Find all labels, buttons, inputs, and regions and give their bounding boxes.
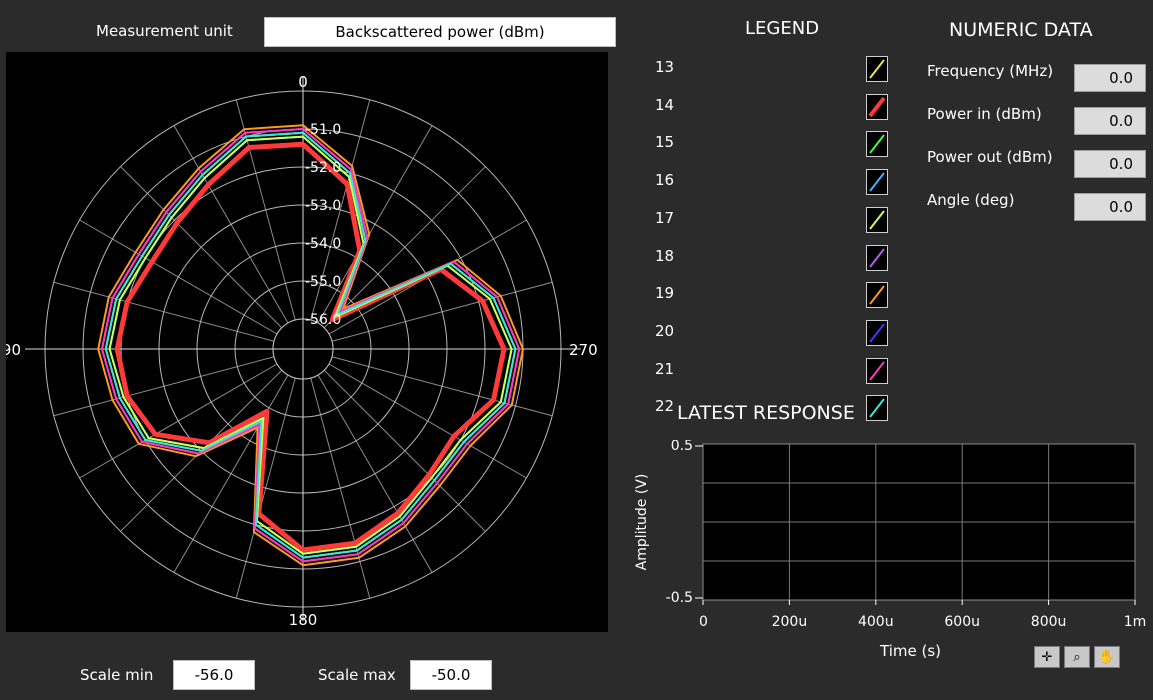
numeric-field-label: Angle (deg) [927,191,1015,209]
legend-item: 18 [655,244,895,275]
legend-item: 13 [655,56,895,86]
response-ylabel: Amplitude (V) [634,474,650,571]
legend-item-label: 14 [655,95,675,114]
legend-swatch[interactable] [866,282,888,309]
scale-max-input[interactable]: -50.0 [410,660,492,690]
polar-ring-label: -53.0 [305,198,341,214]
numeric-field-label: Power in (dBm) [927,105,1042,123]
response-xtick: 0 [699,614,708,630]
polar-angle-label: 270 [569,341,598,359]
polar-angle-label: 180 [289,611,318,629]
legend-swatch[interactable] [866,169,888,196]
numeric-field-value: 0.0 [1074,193,1146,221]
polar-ring-label: -52.0 [305,160,341,176]
scale-min-label: Scale min [80,666,154,684]
legend-swatch[interactable] [866,56,888,82]
polar-series-13 [104,131,517,559]
measurement-unit-select[interactable]: Backscattered power (dBm) [264,17,616,47]
response-xtick: 600u [944,614,980,630]
numeric-field-value: 0.0 [1074,107,1146,135]
response-xlabel: Time (s) [880,642,941,660]
legend-item: 15 [655,131,895,161]
legend-swatch[interactable] [866,206,888,233]
legend-item-label: 16 [655,171,675,190]
legend-item-label: 22 [655,397,675,416]
polar-series-18 [101,128,521,563]
polar-series-22 [104,131,517,559]
response-xtick: 400u [858,614,894,630]
response-xtick: 200u [772,614,808,630]
polar-plot: 0 90 180 270 -51.0 -52.0 -53.0 -54.0 -55.0 -56.0 [2,52,608,632]
latest-response-title: LATEST RESPONSE [677,402,855,424]
response-graph: 0.5 -0.5 0 200u 400u 600u 800u 1m Amplitude (V) [620,438,1150,660]
legend-item: 14 [655,93,895,124]
legend-swatch[interactable] [866,319,888,346]
legend-swatch[interactable] [866,357,888,384]
legend-swatch[interactable] [866,93,888,120]
legend-swatch[interactable] [866,131,888,158]
legend-item: 19 [655,282,895,312]
measurement-unit-label: Measurement unit [96,22,233,40]
numeric-field-label: Power out (dBm) [927,148,1053,166]
polar-series-20 [101,128,521,563]
zoom-tool-icon[interactable]: ⌕ [1064,646,1090,668]
polar-angle-label: 90 [6,341,21,359]
response-xtick: 1m [1124,614,1147,630]
polar-ring-label: -55.0 [305,274,341,290]
polar-series-19 [97,124,524,567]
polar-series-21 [101,128,521,563]
numeric-data-title: NUMERIC DATA [949,19,1093,41]
scale-max-label: Scale max [318,666,396,684]
legend-swatch[interactable] [866,244,888,271]
response-ytick: 0.5 [671,440,693,454]
legend-item: 16 [655,169,895,199]
legend-item-label: 18 [655,246,675,265]
crosshair-tool-icon[interactable]: ✛ [1034,646,1060,668]
legend-item: 20 [655,319,895,350]
legend-swatch[interactable] [866,395,888,422]
polar-series-16 [104,131,517,559]
response-ytick: -0.5 [666,590,693,606]
legend-item-label: 21 [655,359,675,378]
polar-ring-label: -51.0 [305,122,341,138]
legend-title: LEGEND [745,18,820,39]
legend-item-label: 13 [655,58,675,76]
scale-min-input[interactable]: -56.0 [173,660,255,690]
numeric-field-label: Frequency (MHz) [927,62,1054,80]
legend-item-label: 19 [655,284,675,303]
numeric-field-value: 0.0 [1074,150,1146,178]
numeric-field-value: 0.0 [1074,64,1146,92]
legend-item-label: 15 [655,133,675,152]
legend-item: 17 [655,206,895,237]
polar-ring-label: -56.0 [305,312,341,328]
polar-ring-label: -54.0 [305,236,341,252]
legend-item: 21 [655,357,895,388]
pan-tool-icon[interactable]: ✋ [1094,646,1120,668]
polar-plot-svg: 0 90 180 270 -51.0 -52.0 -53.0 -54.0 -55.0 -56.0 [2,73,598,629]
polar-angle-label: 0 [298,73,308,91]
response-xtick: 800u [1031,614,1067,630]
response-graph-svg: 0.5 -0.5 0 200u 400u 600u 800u 1m Amplitude (V) [634,438,1147,630]
legend-item-label: 20 [655,321,675,340]
legend-item-label: 17 [655,208,675,227]
